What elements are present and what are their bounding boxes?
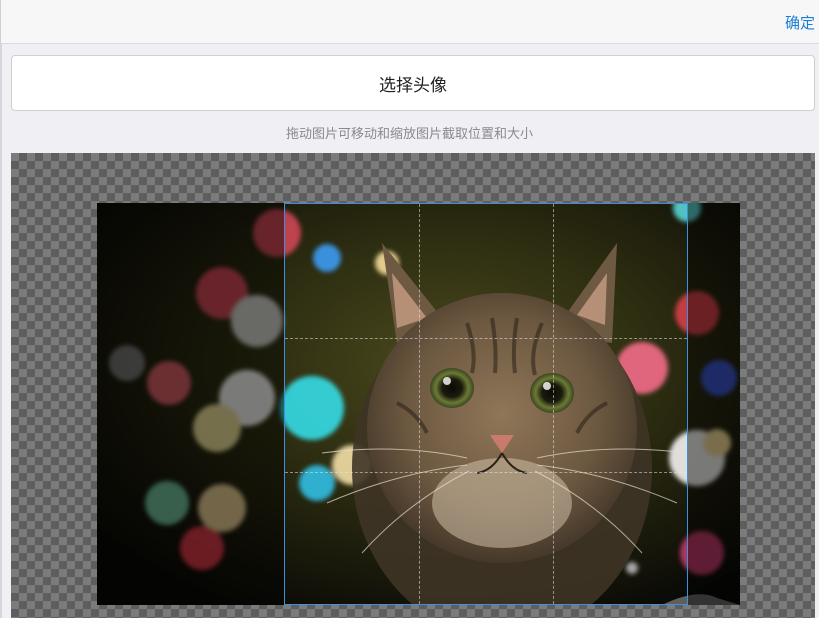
crop-selection-box[interactable] (284, 203, 688, 605)
cat-photo[interactable] (97, 203, 740, 605)
crop-hint-text: 拖动图片可移动和缩放图片截取位置和大小 (285, 127, 533, 142)
crop-shade-right (688, 203, 740, 605)
select-avatar-button[interactable]: 选择头像 (11, 55, 815, 111)
crop-guide-line (419, 204, 420, 604)
crop-guide-line (553, 204, 554, 604)
crop-guide-line (285, 338, 687, 339)
crop-canvas[interactable] (11, 153, 815, 618)
header-bar: 确定 (0, 0, 819, 44)
crop-guide-line (285, 472, 687, 473)
crop-shade-left (97, 203, 284, 605)
confirm-button[interactable]: 确定 (785, 12, 815, 33)
